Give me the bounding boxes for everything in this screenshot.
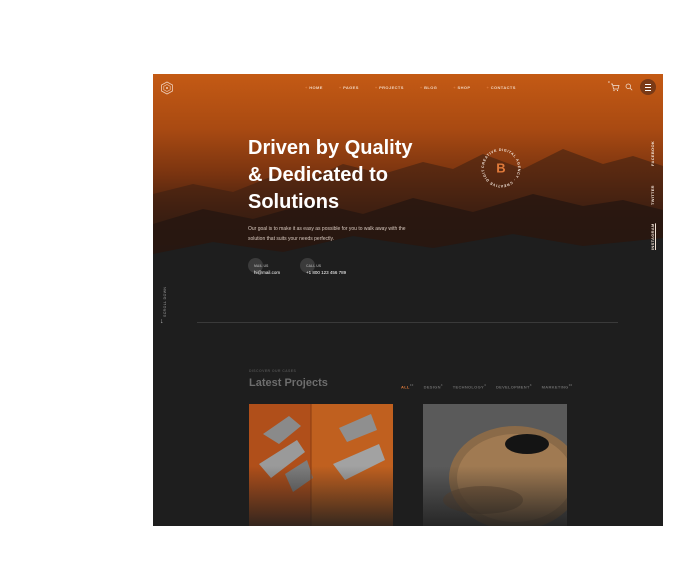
filter-all[interactable]: ALL10 <box>401 383 414 389</box>
call-value[interactable]: +1 800 123 456 789 <box>306 270 346 275</box>
nav-item-blog[interactable]: BLOG <box>420 85 437 90</box>
menu-icon <box>645 83 651 91</box>
badge-letter: B <box>496 161 505 176</box>
filter-technology[interactable]: TECHNOLOGY4 <box>453 383 486 389</box>
projects-eyebrow: DISCOVER OUR CASES <box>249 369 297 373</box>
hero-divider <box>197 322 618 323</box>
nav-item-projects[interactable]: PROJECTS <box>375 85 404 90</box>
project-card-1[interactable] <box>249 404 393 526</box>
nav-item-contacts[interactable]: CONTACTS <box>486 85 516 90</box>
project-card-2[interactable] <box>423 404 567 526</box>
project-filters: ALL10 DESIGN4 TECHNOLOGY4 DEVELOPMENT3 M… <box>401 383 583 389</box>
nav-item-pages[interactable]: PAGES <box>339 85 359 90</box>
mail-value[interactable]: hi@mail.com <box>254 270 280 275</box>
search-icon[interactable] <box>625 83 633 91</box>
headline-line-2: & Dedicated to <box>248 164 389 186</box>
headline-line-3: Solutions <box>248 191 340 213</box>
filter-design[interactable]: DESIGN4 <box>424 383 443 389</box>
projects-title: Latest Projects <box>249 377 328 389</box>
hero-intro: Our goal is to make it as easy as possib… <box>248 226 406 242</box>
scroll-down-label[interactable]: SCROLL DOWN <box>163 287 167 317</box>
mail-label: MAIL US <box>254 264 269 268</box>
filter-development[interactable]: DEVELOPMENT3 <box>496 383 532 389</box>
hero-headline: Driven by Quality & Dedicated to Solutio… <box>248 135 448 216</box>
menu-button[interactable] <box>640 79 656 95</box>
nav-item-shop[interactable]: SHOP <box>453 85 471 90</box>
arrow-down-icon[interactable]: ↓ <box>160 318 164 325</box>
logo-icon[interactable] <box>160 81 174 95</box>
card-fade <box>423 466 567 526</box>
browser-frame: HOME PAGES PROJECTS BLOG SHOP CONTACTS 0… <box>153 74 663 526</box>
call-label: CALL US <box>306 264 322 268</box>
main-nav: HOME PAGES PROJECTS BLOG SHOP CONTACTS <box>305 85 532 90</box>
nav-item-home[interactable]: HOME <box>305 85 323 90</box>
cart-icon[interactable] <box>610 82 620 92</box>
social-twitter[interactable]: TWITTER <box>650 185 655 205</box>
filter-marketing[interactable]: MARKETING10 <box>542 383 573 389</box>
agency-badge: CREATIVE DIGITAL AGENCY · CREATIVE DIGIT… <box>479 146 520 188</box>
headline-line-1: Driven by Quality <box>248 137 413 159</box>
card-fade <box>249 466 393 526</box>
social-instagram[interactable]: INSTAGRAM <box>650 223 655 250</box>
social-facebook[interactable]: FACEBOOK <box>650 141 655 166</box>
